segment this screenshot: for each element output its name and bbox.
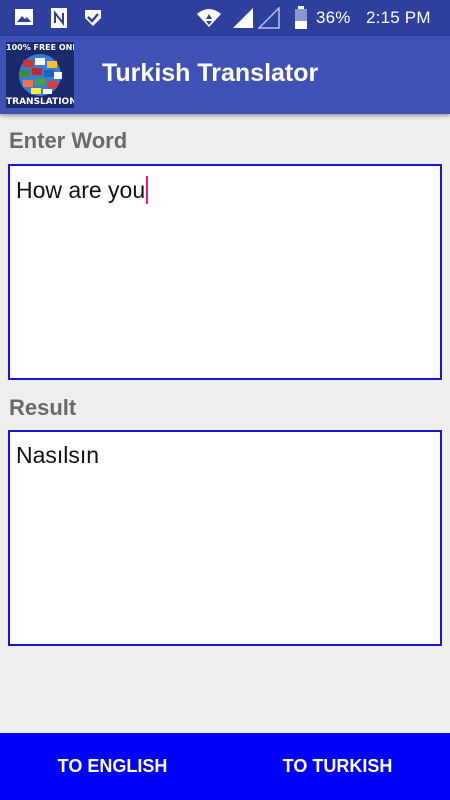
clock-time: 2:15 PM (366, 8, 431, 27)
result-label: Result (9, 395, 77, 420)
result-value: Nasılsın (16, 442, 100, 468)
battery-percent: 36% (316, 8, 351, 27)
wifi-icon (196, 7, 222, 34)
to-english-label: TO ENGLISH (57, 756, 168, 776)
globe-flags-icon (19, 54, 62, 96)
sim-icon (50, 7, 68, 34)
check-icon (82, 7, 104, 34)
text-cursor (146, 176, 149, 204)
bottom-button-bar: TO ENGLISH TO TURKISH (0, 733, 450, 800)
logo-bottom-text: TRANSLATION (6, 97, 74, 107)
app-bar: 100% FREE ONLINE TRANSLATION Turkish Tra… (0, 36, 450, 114)
result-output[interactable]: Nasılsın (8, 430, 442, 646)
to-turkish-label: TO TURKISH (282, 756, 393, 776)
signal-icon (232, 7, 254, 34)
enter-word-input[interactable]: How are you (8, 164, 442, 380)
battery-icon (294, 6, 308, 35)
app-logo: 100% FREE ONLINE TRANSLATION (6, 42, 74, 108)
status-bar: 36% 2:15 PM (0, 0, 450, 36)
enter-word-value: How are you (16, 177, 146, 203)
to-english-button[interactable]: TO ENGLISH (0, 733, 225, 800)
to-turkish-button[interactable]: TO TURKISH (225, 733, 450, 800)
image-icon (14, 7, 34, 32)
result-text-wrap: Nasılsın (16, 442, 99, 469)
app-title: Turkish Translator (102, 59, 319, 87)
logo-top-text: 100% FREE ONLINE (6, 43, 74, 52)
enter-word-text-wrap: How are you (16, 176, 149, 204)
signal-empty-icon (257, 6, 280, 34)
enter-word-label: Enter Word (9, 128, 128, 153)
